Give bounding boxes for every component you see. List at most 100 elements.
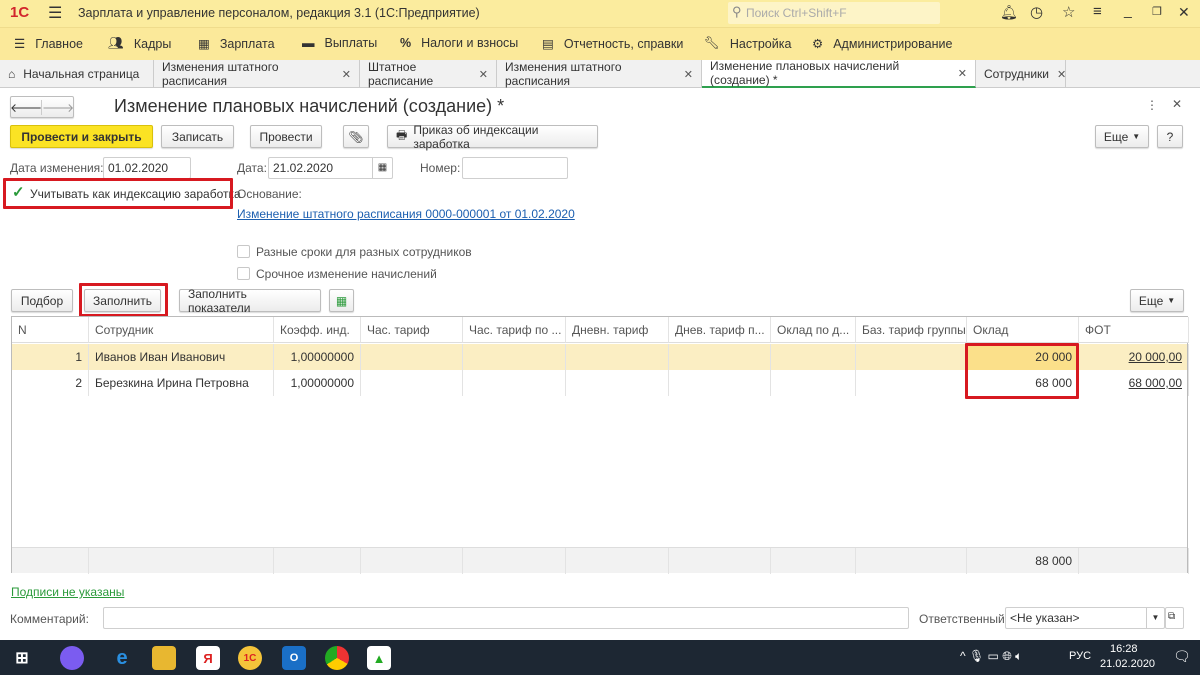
footer-cell[interactable] (89, 548, 274, 574)
table-more-button[interactable]: Еще ▼ (1130, 289, 1184, 312)
attach-button[interactable]: 📎︎ (343, 125, 369, 148)
footer-cell[interactable] (566, 548, 669, 574)
table-cell[interactable] (361, 370, 463, 396)
table-cell[interactable] (463, 370, 566, 396)
pick-button[interactable]: Подбор (11, 289, 73, 312)
table-cell[interactable] (463, 344, 566, 370)
responsible-field[interactable]: <Не указан> ▼ (1005, 607, 1165, 629)
minimize-icon[interactable]: _ (1124, 2, 1132, 18)
table-cell[interactable] (566, 370, 669, 396)
close-icon[interactable]: ✕ (342, 68, 351, 81)
footer-cell[interactable] (1079, 548, 1189, 574)
forward-arrow-icon[interactable]: 🡒 (42, 100, 74, 115)
footer-cell[interactable] (274, 548, 361, 574)
yandex-icon[interactable]: Я (196, 646, 220, 670)
column-header[interactable]: Час. тариф (361, 317, 463, 343)
language-indicator[interactable]: РУС (1069, 650, 1091, 662)
table-cell[interactable] (771, 370, 856, 396)
number-field[interactable] (462, 157, 568, 179)
column-header[interactable]: Час. тариф по ... (463, 317, 566, 343)
table-cell[interactable] (566, 344, 669, 370)
clock-time[interactable]: 16:28 (1110, 643, 1138, 655)
tab-staff-changes-1[interactable]: Изменения штатного расписания ✕ (154, 60, 360, 88)
footer-cell[interactable] (463, 548, 566, 574)
add-table-icon[interactable]: ▦ (329, 289, 354, 312)
column-header[interactable]: Сотрудник (89, 317, 274, 343)
alice-icon[interactable] (60, 646, 84, 670)
menu-icon[interactable]: ☰ (48, 3, 62, 23)
more-vertical-icon[interactable]: ⋮ (1146, 98, 1158, 112)
back-arrow-icon[interactable]: 🡐 (10, 99, 42, 115)
app-icon[interactable]: ▲ (367, 646, 391, 670)
tab-staff-schedule[interactable]: Штатное расписание ✕ (360, 60, 497, 88)
column-header[interactable]: Оклад (967, 317, 1079, 343)
fill-indicators-button[interactable]: Заполнить показатели (179, 287, 321, 315)
section-settings[interactable]: 🔧︎ Настройка (704, 36, 791, 51)
table-cell[interactable] (856, 370, 967, 396)
post-button[interactable]: Провести (250, 125, 322, 148)
section-salary[interactable]: ▦ Зарплата (198, 36, 275, 52)
calendar-icon[interactable]: ▦ (372, 158, 392, 178)
section-taxes[interactable]: % Налоги и взносы (400, 36, 518, 50)
table-cell[interactable] (771, 344, 856, 370)
total-salary[interactable]: 88 000 (967, 548, 1079, 574)
history-icon[interactable]: ◷ (1030, 3, 1043, 21)
table-cell[interactable]: 68 000,00 (1079, 370, 1189, 396)
star-icon[interactable]: ☆ (1062, 3, 1075, 21)
column-header[interactable]: Коэфф. инд. (274, 317, 361, 343)
table-cell[interactable] (669, 370, 771, 396)
more-button[interactable]: Еще ▼ (1095, 125, 1149, 148)
table-cell[interactable]: 20 000,00 (1079, 344, 1189, 370)
tab-employees[interactable]: Сотрудники ✕ (976, 60, 1066, 88)
tab-staff-changes-2[interactable]: Изменения штатного расписания ✕ (497, 60, 702, 88)
signatures-link[interactable]: Подписи не указаны (11, 585, 124, 599)
help-button[interactable]: ? (1157, 125, 1183, 148)
column-header[interactable]: ФОТ (1079, 317, 1189, 343)
tab-planned-accruals[interactable]: Изменение плановых начислений (создание)… (702, 59, 976, 88)
table-cell[interactable]: Иванов Иван Иванович (89, 344, 274, 370)
footer-cell[interactable] (669, 548, 771, 574)
section-hr[interactable]: 👥︎ Кадры (108, 36, 171, 51)
column-header[interactable]: Дневн. тариф (566, 317, 669, 343)
tab-home[interactable]: ⌂ Начальная страница (0, 60, 154, 88)
save-button[interactable]: Записать (161, 125, 234, 148)
table-cell[interactable]: 2 (12, 370, 89, 396)
close-form-icon[interactable]: ✕ (1172, 97, 1182, 111)
bell-icon[interactable]: 🔔︎ (1000, 4, 1018, 21)
column-header[interactable]: Днев. тариф п... (669, 317, 771, 343)
explorer-icon[interactable] (152, 646, 176, 670)
close-icon[interactable]: ✕ (684, 68, 693, 81)
outlook-icon[interactable]: O (282, 646, 306, 670)
comment-field[interactable] (103, 607, 909, 629)
date-field[interactable]: 21.02.2020 ▦ (268, 157, 393, 179)
column-header[interactable]: Оклад по д... (771, 317, 856, 343)
search-input[interactable]: ⚲ Поиск Ctrl+Shift+F (728, 2, 940, 24)
table-cell[interactable] (856, 344, 967, 370)
windows-start-icon[interactable]: ⊞ (10, 646, 34, 670)
chrome-icon[interactable] (325, 646, 349, 670)
section-admin[interactable]: ⚙ Администрирование (812, 36, 952, 52)
chevron-down-icon[interactable]: ▼ (1146, 608, 1164, 628)
footer-cell[interactable] (12, 548, 89, 574)
post-and-close-button[interactable]: Провести и закрыть (10, 125, 153, 148)
close-icon[interactable]: ✕ (1057, 68, 1066, 81)
change-date-field[interactable]: 01.02.2020 (103, 157, 191, 179)
column-header[interactable]: N (12, 317, 89, 343)
section-payments[interactable]: ▬ Выплаты (302, 36, 377, 50)
table-cell[interactable]: Березкина Ирина Петровна (89, 370, 274, 396)
options-icon[interactable]: ≡ (1093, 3, 1102, 20)
footer-cell[interactable] (361, 548, 463, 574)
close-icon[interactable]: ✕ (1178, 4, 1190, 21)
table-cell[interactable] (361, 344, 463, 370)
section-reports[interactable]: ▤ Отчетность, справки (542, 36, 683, 52)
notifications-icon[interactable]: 🗨︎ (1173, 648, 1191, 665)
close-icon[interactable]: ✕ (958, 67, 967, 80)
restore-icon[interactable]: ❐ (1152, 5, 1162, 18)
edge-icon[interactable]: e (110, 646, 134, 670)
table-cell[interactable] (669, 344, 771, 370)
section-main[interactable]: ☰ Главное (14, 36, 83, 52)
basis-link[interactable]: Изменение штатного расписания 0000-00000… (237, 207, 575, 221)
footer-cell[interactable] (771, 548, 856, 574)
table-cell[interactable]: 1,00000000 (274, 344, 361, 370)
urgent-change-checkbox[interactable] (237, 267, 250, 280)
